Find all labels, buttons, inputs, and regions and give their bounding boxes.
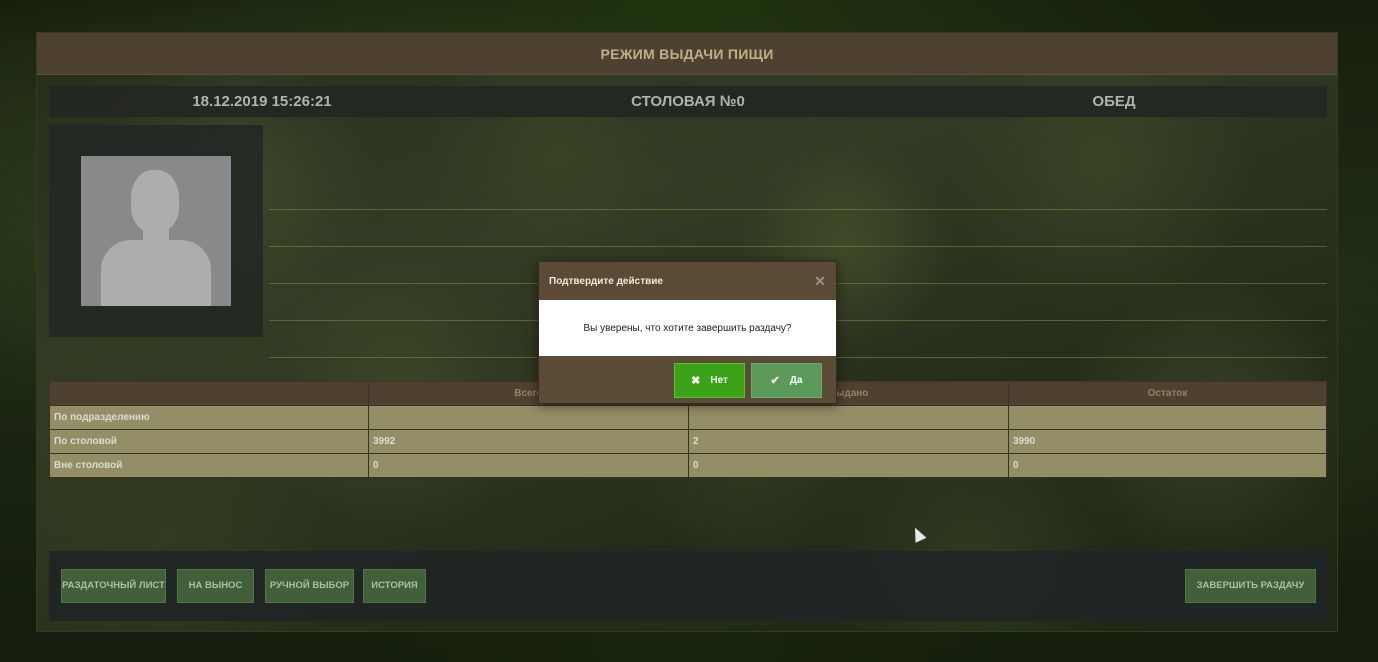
dialog-header: Подтвердите действие ✕ — [539, 262, 836, 300]
close-icon[interactable]: ✕ — [814, 273, 826, 290]
dialog-footer: ✖ Нет ✔ Да — [539, 356, 836, 404]
cross-icon: ✖ — [691, 375, 701, 387]
yes-button-label: Да — [789, 375, 803, 386]
dialog-title: Подтвердите действие — [549, 275, 663, 287]
dialog-body: Вы уверены, что хотите завершить раздачу… — [539, 300, 836, 356]
no-button[interactable]: ✖ Нет — [674, 363, 745, 398]
dialog-message: Вы уверены, что хотите завершить раздачу… — [583, 322, 792, 334]
yes-button[interactable]: ✔ Да — [751, 363, 822, 398]
check-icon: ✔ — [770, 375, 780, 387]
confirm-dialog: Подтвердите действие ✕ Вы уверены, что х… — [538, 261, 837, 404]
no-button-label: Нет — [710, 375, 728, 386]
